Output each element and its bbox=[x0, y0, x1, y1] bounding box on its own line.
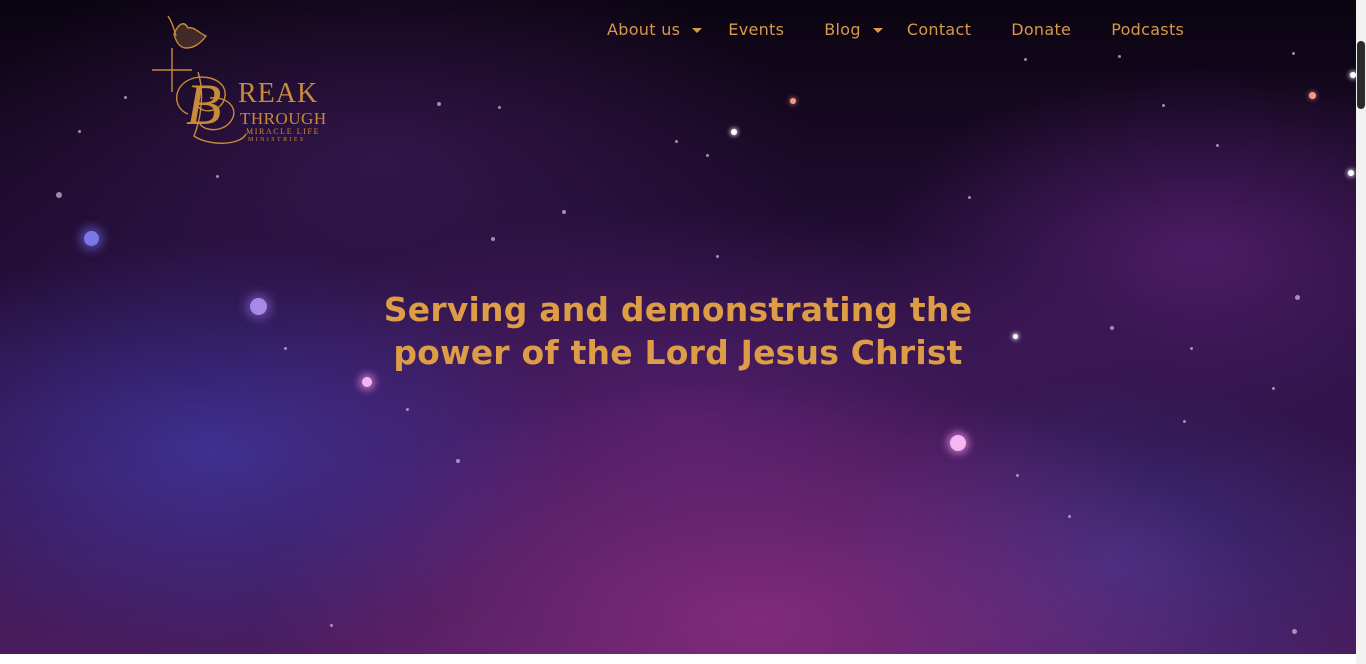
star bbox=[1272, 387, 1275, 390]
star bbox=[1348, 170, 1354, 176]
star bbox=[562, 210, 566, 214]
star bbox=[1110, 326, 1114, 330]
star bbox=[330, 624, 333, 627]
logo-line-miracle-life: MIRACLE LIFE bbox=[246, 127, 321, 136]
logo-line-break: REAK bbox=[238, 78, 319, 109]
main-navigation: About us Events Blog Contact Donate Podc… bbox=[607, 19, 1184, 41]
nav-label: Contact bbox=[906, 20, 972, 39]
nav-item-events[interactable]: Events bbox=[728, 19, 784, 41]
star bbox=[675, 140, 678, 143]
star bbox=[1295, 295, 1300, 300]
hero-headline-line-2: power of the Lord Jesus Christ bbox=[393, 333, 963, 372]
svg-text:B: B bbox=[186, 72, 221, 137]
star bbox=[1024, 58, 1027, 61]
star bbox=[1190, 347, 1193, 350]
nav-item-about-us[interactable]: About us bbox=[607, 19, 703, 41]
star bbox=[216, 175, 219, 178]
star bbox=[406, 408, 409, 411]
hero-headline-line-1: Serving and demonstrating the bbox=[383, 290, 973, 329]
nav-label: Donate bbox=[1011, 20, 1072, 39]
star bbox=[124, 96, 127, 99]
nav-item-podcasts[interactable]: Podcasts bbox=[1111, 19, 1184, 41]
logo-line-through: THROUGH bbox=[240, 109, 327, 128]
nav-label: About us bbox=[607, 20, 681, 39]
star bbox=[498, 106, 501, 109]
nav-label: Podcasts bbox=[1111, 20, 1185, 39]
nav-label: Events bbox=[728, 20, 785, 39]
star bbox=[362, 377, 372, 387]
star bbox=[78, 130, 81, 133]
hero-headline: Serving and demonstrating the power of t… bbox=[330, 288, 1026, 374]
star bbox=[716, 255, 719, 258]
vertical-scrollbar[interactable] bbox=[1356, 0, 1366, 664]
star bbox=[250, 298, 267, 315]
star bbox=[1216, 144, 1219, 147]
star bbox=[731, 129, 737, 135]
logo-line-ministries: MINISTRIES bbox=[248, 137, 306, 143]
star bbox=[56, 192, 62, 198]
star bbox=[706, 154, 709, 157]
star bbox=[968, 196, 971, 199]
star bbox=[1309, 92, 1316, 99]
star bbox=[84, 231, 99, 246]
chevron-down-icon[interactable] bbox=[692, 28, 703, 33]
star bbox=[491, 237, 495, 241]
page-bottom-edge bbox=[0, 654, 1356, 664]
star bbox=[1292, 52, 1295, 55]
scrollbar-thumb[interactable] bbox=[1357, 41, 1365, 109]
star bbox=[790, 98, 796, 104]
star bbox=[950, 435, 966, 451]
nav-item-contact[interactable]: Contact bbox=[907, 19, 971, 41]
star bbox=[1162, 104, 1165, 107]
star bbox=[1118, 55, 1121, 58]
star bbox=[284, 347, 287, 350]
nav-label: Blog bbox=[824, 20, 861, 39]
nav-item-donate[interactable]: Donate bbox=[1011, 19, 1071, 41]
chevron-down-icon[interactable] bbox=[872, 28, 883, 33]
nav-item-blog[interactable]: Blog bbox=[824, 19, 883, 41]
star bbox=[1016, 474, 1019, 477]
star bbox=[1292, 629, 1297, 634]
page-viewport: B REAK THROUGH MIRACLE LIFE MINISTRIES A… bbox=[0, 0, 1366, 664]
star bbox=[456, 459, 460, 463]
star bbox=[437, 102, 441, 106]
star bbox=[1183, 420, 1186, 423]
star bbox=[1068, 515, 1071, 518]
site-logo[interactable]: B REAK THROUGH MIRACLE LIFE MINISTRIES bbox=[150, 14, 355, 150]
